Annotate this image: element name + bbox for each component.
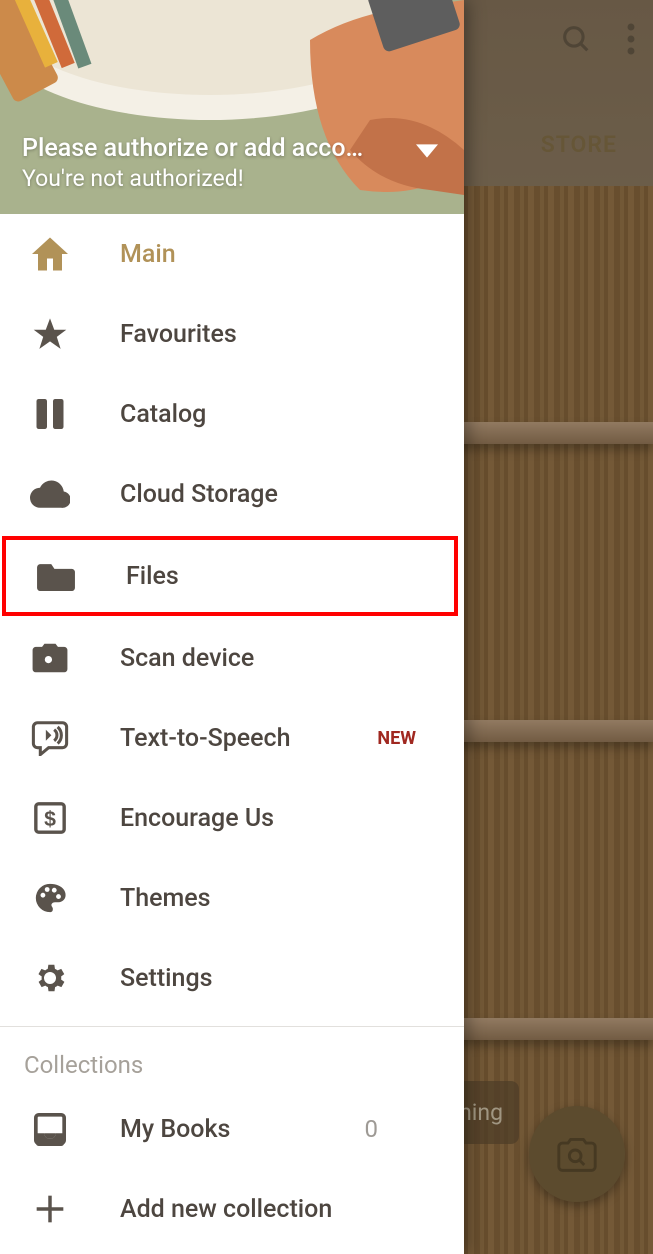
drawer-scrim[interactable]	[464, 0, 653, 1254]
collections-section-title: Collections	[0, 1027, 464, 1089]
dollar-icon: $	[28, 801, 72, 835]
drawer-header[interactable]: Please authorize or add acco… You're not…	[0, 0, 464, 214]
drawer-list: Main Favourites Catalog Cloud Storage Fi	[0, 214, 464, 1254]
star-icon	[28, 317, 72, 351]
nav-label: Text-to-Speech	[120, 724, 377, 753]
nav-label: Scan device	[120, 644, 444, 673]
drawer-header-title: Please authorize or add acco…	[22, 134, 404, 163]
nav-item-catalog[interactable]: Catalog	[0, 374, 464, 454]
folder-icon	[34, 561, 78, 591]
nav-item-scan-device[interactable]: Scan device	[0, 618, 464, 698]
collection-label: My Books	[120, 1115, 365, 1144]
nav-item-cloud-storage[interactable]: Cloud Storage	[0, 454, 464, 534]
svg-text:$: $	[44, 807, 56, 831]
catalog-icon	[28, 396, 72, 432]
gear-icon	[28, 960, 72, 996]
nav-label: Catalog	[120, 400, 444, 429]
nav-item-themes[interactable]: Themes	[0, 858, 464, 938]
add-collection-button[interactable]: Add new collection	[0, 1169, 464, 1249]
drawer-header-subtitle: You're not authorized!	[22, 165, 404, 192]
nav-item-tts[interactable]: Text-to-Speech NEW	[0, 698, 464, 778]
nav-label: Files	[126, 562, 434, 591]
camera-search-icon	[28, 642, 72, 674]
account-dropdown-icon[interactable]	[416, 143, 438, 162]
nav-label: Main	[120, 240, 444, 269]
cloud-icon	[28, 480, 72, 508]
add-collection-label: Add new collection	[120, 1195, 444, 1224]
plus-icon	[28, 1193, 72, 1225]
nav-item-encourage[interactable]: $ Encourage Us	[0, 778, 464, 858]
nav-item-settings[interactable]: Settings	[0, 938, 464, 1018]
new-badge: NEW	[377, 728, 416, 749]
nav-drawer: Please authorize or add acco… You're not…	[0, 0, 464, 1254]
nav-label: Cloud Storage	[120, 480, 444, 509]
home-icon	[28, 237, 72, 271]
nav-label: Encourage Us	[120, 804, 444, 833]
speech-bubble-icon	[28, 720, 72, 756]
collection-item-my-books[interactable]: My Books 0	[0, 1089, 464, 1169]
nav-item-files[interactable]: Files	[2, 536, 458, 616]
inbox-icon	[28, 1112, 72, 1146]
nav-label: Settings	[120, 964, 444, 993]
collection-count: 0	[365, 1115, 379, 1143]
nav-item-favourites[interactable]: Favourites	[0, 294, 464, 374]
nav-label: Favourites	[120, 320, 444, 349]
palette-icon	[28, 881, 72, 915]
nav-item-main[interactable]: Main	[0, 214, 464, 294]
nav-label: Themes	[120, 884, 444, 913]
